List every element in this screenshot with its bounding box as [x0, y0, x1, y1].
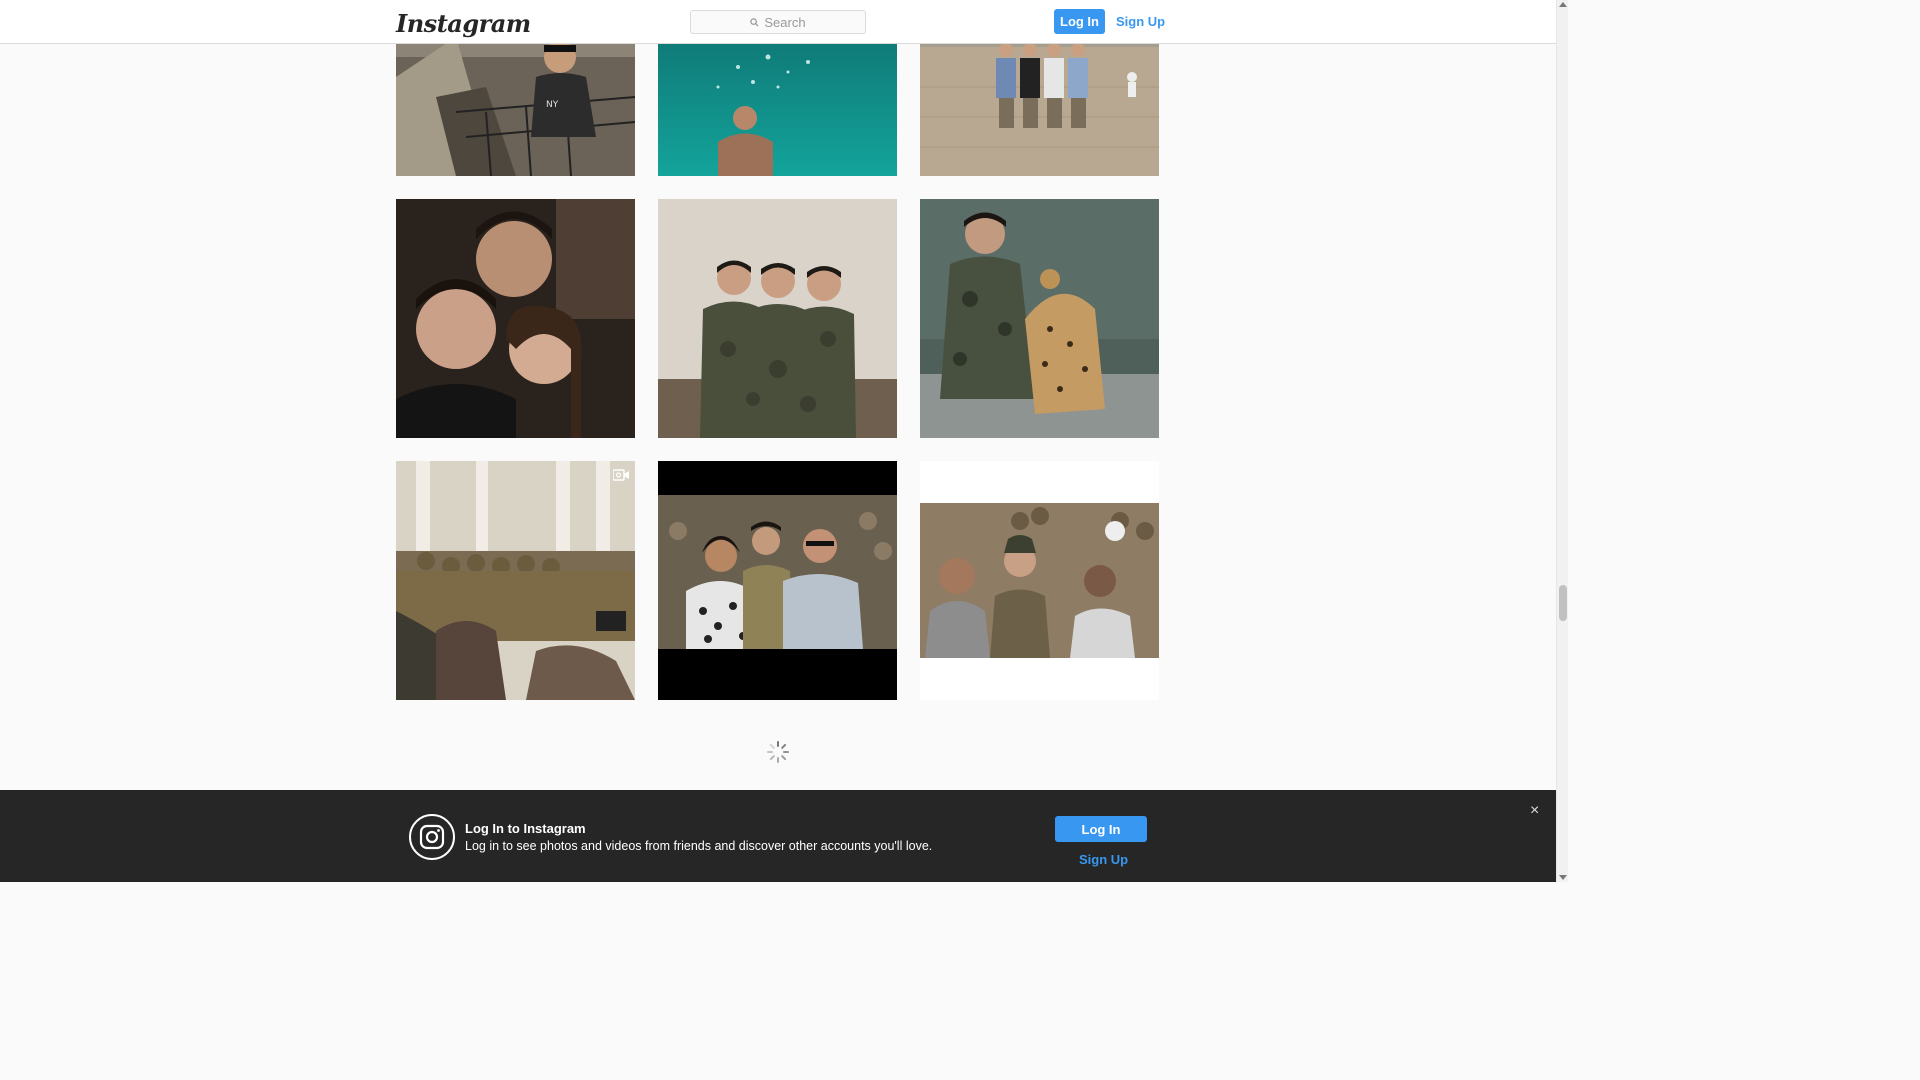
scroll-down-arrow-icon[interactable] — [1559, 875, 1567, 880]
svg-text:NY: NY — [546, 100, 559, 110]
login-banner: Log In to Instagram Log in to see photos… — [0, 790, 1556, 882]
signup-link[interactable]: Sign Up — [1116, 14, 1165, 29]
search-placeholder: Search — [764, 14, 806, 30]
search-icon — [750, 17, 759, 27]
banner-description: Log in to see photos and videos from fri… — [465, 839, 933, 853]
post-thumbnail[interactable] — [658, 199, 897, 438]
scrollbar-thumb[interactable] — [1559, 585, 1567, 621]
post-thumbnail[interactable] — [920, 199, 1159, 438]
banner-signup-link[interactable]: Sign Up — [1079, 852, 1128, 867]
login-button[interactable]: Log In — [1054, 9, 1105, 34]
video-camera-icon — [613, 469, 629, 481]
post-thumbnail[interactable] — [396, 461, 635, 700]
scroll-up-arrow-icon[interactable] — [1559, 2, 1567, 7]
post-image — [658, 461, 897, 700]
post-thumbnail[interactable] — [658, 461, 897, 700]
post-image — [920, 461, 1159, 700]
banner-title: Log In to Instagram — [465, 821, 586, 836]
post-image — [396, 461, 635, 700]
instagram-logo[interactable]: Instagram — [396, 9, 531, 38]
loading-spinner-icon — [767, 741, 789, 763]
scrollbar[interactable] — [1556, 0, 1568, 882]
post-image — [658, 199, 897, 438]
search-input[interactable]: Search — [690, 10, 866, 34]
instagram-glyph-icon — [409, 814, 455, 860]
post-image — [396, 199, 635, 438]
post-thumbnail[interactable] — [920, 461, 1159, 700]
post-image — [920, 199, 1159, 438]
top-nav: Instagram Search Log In Sign Up — [0, 0, 1556, 44]
post-thumbnail[interactable] — [396, 199, 635, 438]
banner-login-button[interactable]: Log In — [1055, 816, 1147, 842]
close-icon[interactable]: × — [1530, 802, 1539, 820]
